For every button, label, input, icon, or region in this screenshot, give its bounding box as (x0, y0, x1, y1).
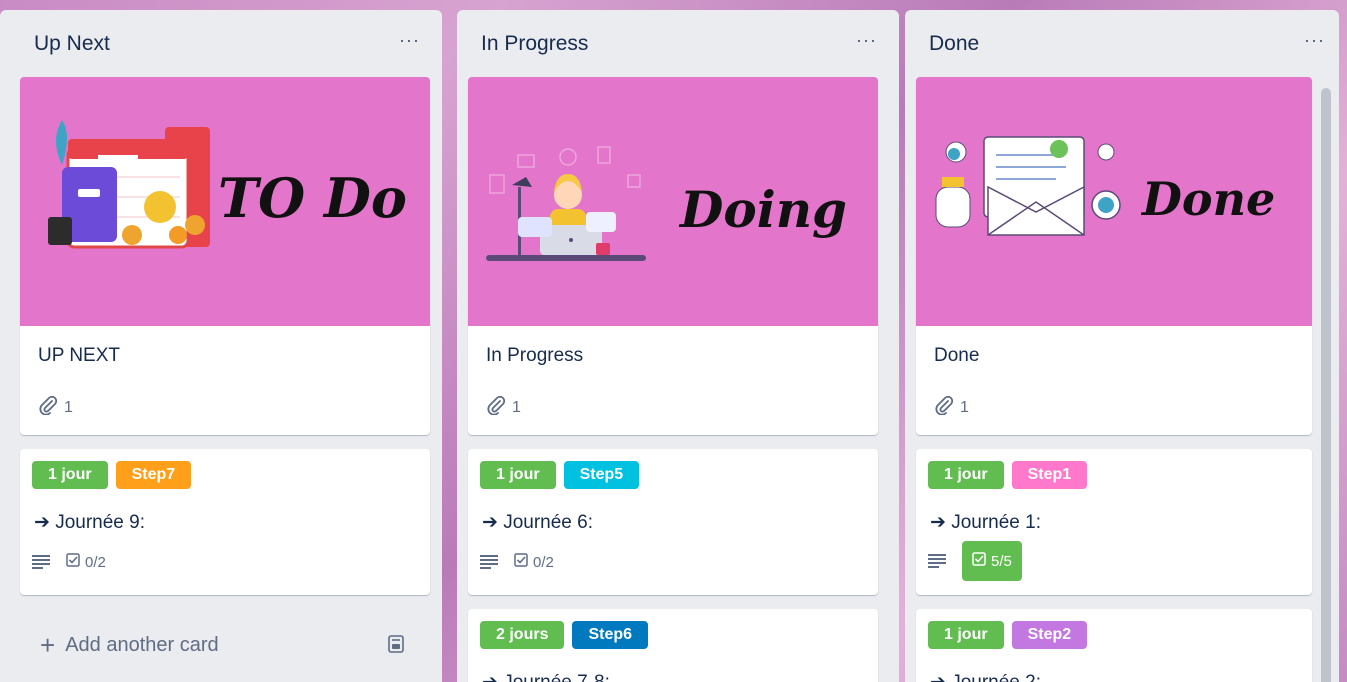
list-done: Done ··· Done Done 1 1 jour Step1 ➔ Jour… (905, 10, 1339, 682)
attachment-badge: 1 (486, 395, 521, 420)
cover-card-up-next[interactable]: TO Do UP NEXT 1 (20, 77, 430, 435)
label-duration[interactable]: 1 jour (928, 461, 1004, 489)
description-icon (480, 555, 498, 569)
label-duration[interactable]: 2 jours (480, 621, 565, 649)
card-title: UP NEXT (38, 345, 121, 366)
card-journee-7-8[interactable]: 2 jours Step6 ➔ Journée 7-8: (468, 609, 878, 682)
envelope-illustration (935, 136, 1121, 236)
list-in-progress: In Progress ··· Doing In Progress 1 1 jo… (457, 10, 899, 682)
checklist-count: 0/2 (533, 553, 554, 571)
checkbox-icon (972, 552, 986, 570)
paperclip-icon (486, 395, 506, 420)
card-labels: 1 jour Step1 (928, 461, 1088, 489)
board: Up Next ··· TO Do UP NEXT 1 1 jour Step7… (0, 0, 1347, 682)
label-step[interactable]: Step2 (1011, 621, 1088, 649)
card-cover-image: Done (916, 77, 1312, 326)
card-journee-9[interactable]: 1 jour Step7 ➔ Journée 9: 0/2 (20, 449, 430, 595)
card-cover-image: Doing (468, 77, 878, 326)
list-scrollbar[interactable] (1321, 88, 1331, 682)
svg-text:Done: Done (1140, 172, 1275, 226)
checkbox-icon (514, 553, 528, 571)
card-title: ➔ Journée 7-8: (482, 671, 610, 682)
card-title: ➔ Journée 6: (482, 512, 593, 533)
label-step[interactable]: Step7 (115, 461, 192, 489)
checklist-badge: 0/2 (66, 553, 106, 571)
list-header: Up Next ··· (0, 10, 442, 72)
attachment-count: 1 (64, 398, 73, 416)
label-step[interactable]: Step5 (563, 461, 640, 489)
attachment-badge: 1 (934, 395, 969, 420)
list-title[interactable]: Up Next (34, 32, 110, 56)
description-icon (32, 555, 50, 569)
cover-card-in-progress[interactable]: Doing In Progress 1 (468, 77, 878, 435)
add-card-button[interactable]: + Add another card (20, 622, 420, 668)
svg-text:Doing: Doing (678, 180, 847, 239)
paperclip-icon (934, 395, 954, 420)
card-journee-6[interactable]: 1 jour Step5 ➔ Journée 6: 0/2 (468, 449, 878, 595)
attachment-count: 1 (512, 398, 521, 416)
card-badges: 0/2 (32, 553, 106, 571)
card-labels: 1 jour Step5 (480, 461, 640, 489)
list-up-next: Up Next ··· TO Do UP NEXT 1 1 jour Step7… (0, 10, 442, 682)
card-template-icon[interactable] (386, 634, 406, 660)
card-title: ➔ Journée 9: (34, 512, 145, 533)
checkbox-icon (66, 553, 80, 571)
card-badges: 0/2 (480, 553, 554, 571)
plus-icon: + (40, 629, 56, 660)
list-menu-button[interactable]: ··· (856, 30, 877, 51)
card-journee-2[interactable]: 1 jour Step2 ➔ Journée 2: (916, 609, 1312, 682)
list-menu-button[interactable]: ··· (399, 30, 420, 51)
worker-illustration (486, 146, 646, 261)
label-duration[interactable]: 1 jour (480, 461, 556, 489)
card-title: Done (934, 345, 980, 366)
list-title[interactable]: Done (929, 32, 979, 56)
checklist-badge: 0/2 (514, 553, 554, 571)
label-step[interactable]: Step1 (1011, 461, 1088, 489)
card-title: ➔ Journée 1: (930, 512, 1041, 533)
svg-text:TO Do: TO Do (218, 166, 407, 230)
card-journee-1[interactable]: 1 jour Step1 ➔ Journée 1: 5/5 (916, 449, 1312, 595)
list-title[interactable]: In Progress (481, 32, 588, 56)
list-header: Done ··· (905, 10, 1339, 72)
label-step[interactable]: Step6 (572, 621, 649, 649)
attachment-count: 1 (960, 398, 969, 416)
calendar-illustration (48, 120, 210, 249)
card-labels: 2 jours Step6 (480, 621, 649, 649)
card-title: In Progress (486, 345, 584, 366)
card-cover-image: TO Do (20, 77, 430, 326)
card-labels: 1 jour Step7 (32, 461, 192, 489)
label-duration[interactable]: 1 jour (32, 461, 108, 489)
card-badges: 5/5 (928, 541, 1022, 581)
paperclip-icon (38, 395, 58, 420)
list-header: In Progress ··· (457, 10, 899, 72)
checklist-count: 5/5 (991, 552, 1012, 570)
checklist-badge-complete: 5/5 (962, 541, 1022, 581)
add-card-label: Add another card (65, 633, 219, 656)
label-duration[interactable]: 1 jour (928, 621, 1004, 649)
list-menu-button[interactable]: ··· (1304, 30, 1325, 51)
attachment-badge: 1 (38, 395, 73, 420)
card-title: ➔ Journée 2: (930, 671, 1041, 682)
description-icon (928, 554, 946, 568)
checklist-count: 0/2 (85, 553, 106, 571)
cover-card-done[interactable]: Done Done 1 (916, 77, 1312, 435)
card-labels: 1 jour Step2 (928, 621, 1088, 649)
